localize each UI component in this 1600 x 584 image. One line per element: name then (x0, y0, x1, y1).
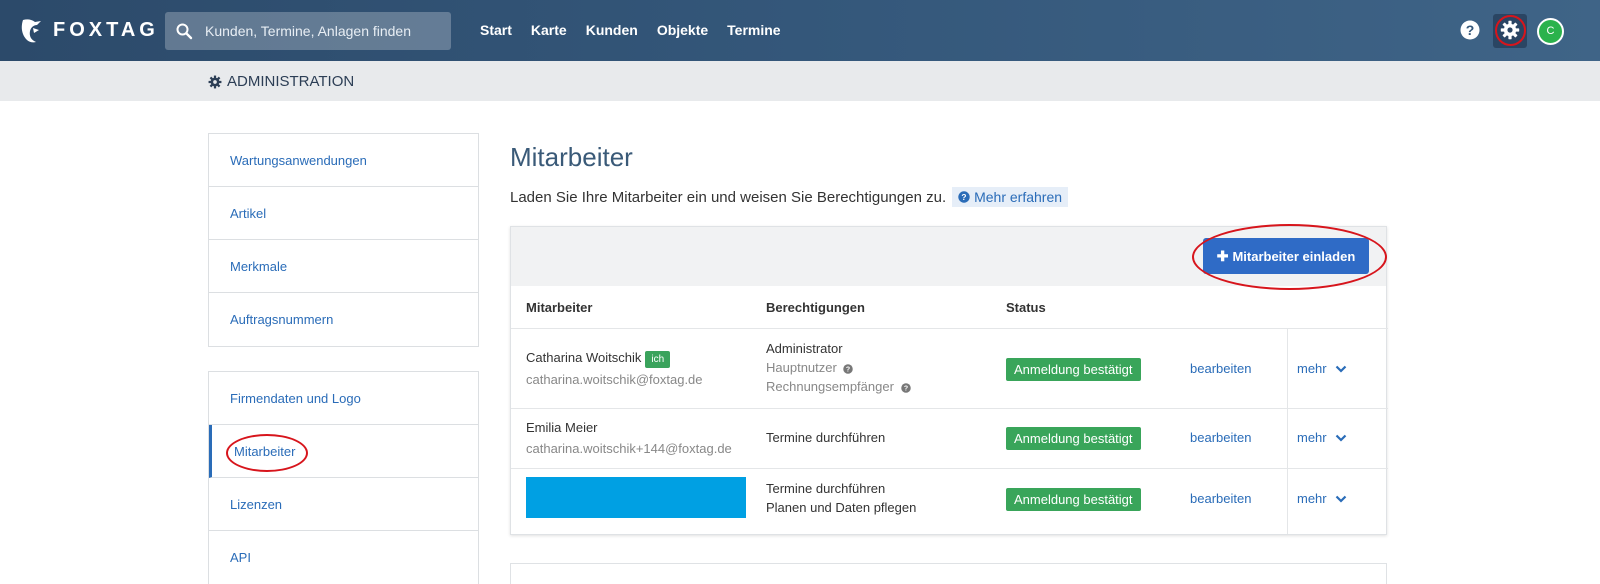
sidebar-item-merkmale[interactable]: Merkmale (209, 240, 478, 293)
sidebar-group-settings: Wartungsanwendungen Artikel Merkmale Auf… (208, 133, 479, 347)
brand-name: FOXTAG (53, 18, 159, 41)
status-badge: Anmeldung bestätigt (1006, 427, 1141, 450)
row-divider (511, 328, 1388, 329)
learn-more-label: Mehr erfahren (974, 189, 1063, 205)
edit-link[interactable]: bearbeiten (1190, 430, 1251, 445)
section-title-text: ADMINISTRATION (227, 73, 355, 90)
nav-link-karte[interactable]: Karte (531, 22, 567, 38)
row-divider (511, 408, 1388, 409)
svg-text:?: ? (1466, 22, 1475, 38)
svg-text:?: ? (846, 366, 850, 373)
more-label: mehr (1297, 491, 1327, 506)
permission-label: Administrator (766, 341, 843, 356)
nav-link-kunden[interactable]: Kunden (586, 22, 638, 38)
permission-label: Termine durchführen (766, 481, 886, 496)
column-header-employee: Mitarbeiter (526, 300, 593, 315)
page-description: Laden Sie Ihre Mitarbeiter ein und weise… (510, 187, 1069, 207)
chevron-down-icon (1335, 365, 1346, 373)
employees-panel: ✚ Mitarbeiter einladen Mitarbeiter Berec… (510, 224, 1388, 535)
employee-name: Emilia Meier (526, 420, 598, 435)
fox-logo-icon (21, 19, 41, 43)
page-section-title: ADMINISTRATION (208, 73, 354, 90)
chevron-down-icon (1335, 495, 1346, 503)
top-navbar: FOXTAG Start Karte Kunden Objekte Termin… (0, 0, 1600, 61)
more-dropdown[interactable]: mehr (1297, 430, 1347, 445)
employee-email: catharina.woitschik@foxtag.de (526, 372, 703, 387)
secondary-panel (510, 563, 1387, 584)
employee-name-cell: Catharina Woitschik ich (526, 350, 671, 368)
row-divider (511, 468, 1388, 469)
nav-link-objekte[interactable]: Objekte (657, 22, 708, 38)
brand[interactable]: FOXTAG (19, 16, 159, 44)
search-icon (176, 23, 193, 40)
column-header-permissions: Berechtigungen (766, 300, 865, 315)
main-nav: Start Karte Kunden Objekte Termine (480, 22, 800, 38)
role-hauptnutzer: Hauptnutzer ? (766, 360, 854, 375)
search-bar[interactable] (165, 12, 451, 50)
sidebar-item-artikel[interactable]: Artikel (209, 187, 478, 240)
edit-link[interactable]: bearbeiten (1190, 491, 1251, 506)
me-badge: ich (645, 351, 671, 368)
sidebar-group-company: Firmendaten und Logo Mitarbeiter Lizenze… (208, 371, 479, 584)
more-dropdown[interactable]: mehr (1297, 491, 1347, 506)
description-text: Laden Sie Ihre Mitarbeiter ein und weise… (510, 188, 947, 206)
admin-subheader: ADMINISTRATION (0, 61, 1600, 101)
avatar[interactable]: C (1537, 18, 1564, 45)
permission-label: Termine durchführen (766, 430, 886, 445)
sidebar-item-lizenzen[interactable]: Lizenzen (209, 478, 478, 531)
role-label: Hauptnutzer (766, 360, 837, 375)
sidebar-item-firmendaten[interactable]: Firmendaten und Logo (209, 372, 478, 425)
sidebar-item-auftragsnummern[interactable]: Auftragsnummern (209, 293, 478, 346)
role-label: Rechnungsempfänger (766, 379, 894, 394)
role-rechnungsempfaenger: Rechnungsempfänger ? (766, 379, 911, 394)
employee-email: catharina.woitschik+144@foxtag.de (526, 441, 732, 456)
question-circle-icon[interactable]: ? (900, 382, 911, 393)
search-input[interactable] (205, 23, 445, 39)
learn-more-link[interactable]: ? Mehr erfahren (952, 187, 1069, 207)
column-divider (1287, 328, 1288, 534)
edit-link[interactable]: bearbeiten (1190, 361, 1251, 376)
permission-label: Planen und Daten pflegen (766, 500, 917, 515)
question-circle-icon: ? (958, 191, 970, 203)
chevron-down-icon (1335, 434, 1346, 442)
column-header-status: Status (1006, 300, 1046, 315)
invite-annotation-ring (1192, 224, 1387, 290)
gear-icon (208, 75, 222, 88)
status-badge: Anmeldung bestätigt (1006, 488, 1141, 511)
mitarbeiter-annotation-ring (226, 434, 308, 472)
settings-annotation-ring (1495, 15, 1526, 46)
status-badge: Anmeldung bestätigt (1006, 358, 1141, 381)
more-label: mehr (1297, 361, 1327, 376)
nav-link-termine[interactable]: Termine (727, 22, 780, 38)
panel-toolbar: ✚ Mitarbeiter einladen (511, 224, 1387, 290)
page-title: Mitarbeiter (510, 142, 633, 172)
svg-text:?: ? (903, 385, 907, 392)
svg-text:?: ? (962, 192, 967, 202)
more-label: mehr (1297, 430, 1327, 445)
nav-link-start[interactable]: Start (480, 22, 512, 38)
sidebar-item-mitarbeiter[interactable]: Mitarbeiter (209, 425, 478, 478)
more-dropdown[interactable]: mehr (1297, 361, 1347, 376)
sidebar-item-wartungsanwendungen[interactable]: Wartungsanwendungen (209, 134, 478, 187)
question-circle-icon[interactable]: ? (843, 363, 854, 374)
help-icon[interactable]: ? (1460, 20, 1480, 40)
sidebar-item-api[interactable]: API (209, 531, 478, 584)
employee-name: Catharina Woitschik (526, 350, 642, 365)
redacted-employee-block (526, 477, 746, 518)
